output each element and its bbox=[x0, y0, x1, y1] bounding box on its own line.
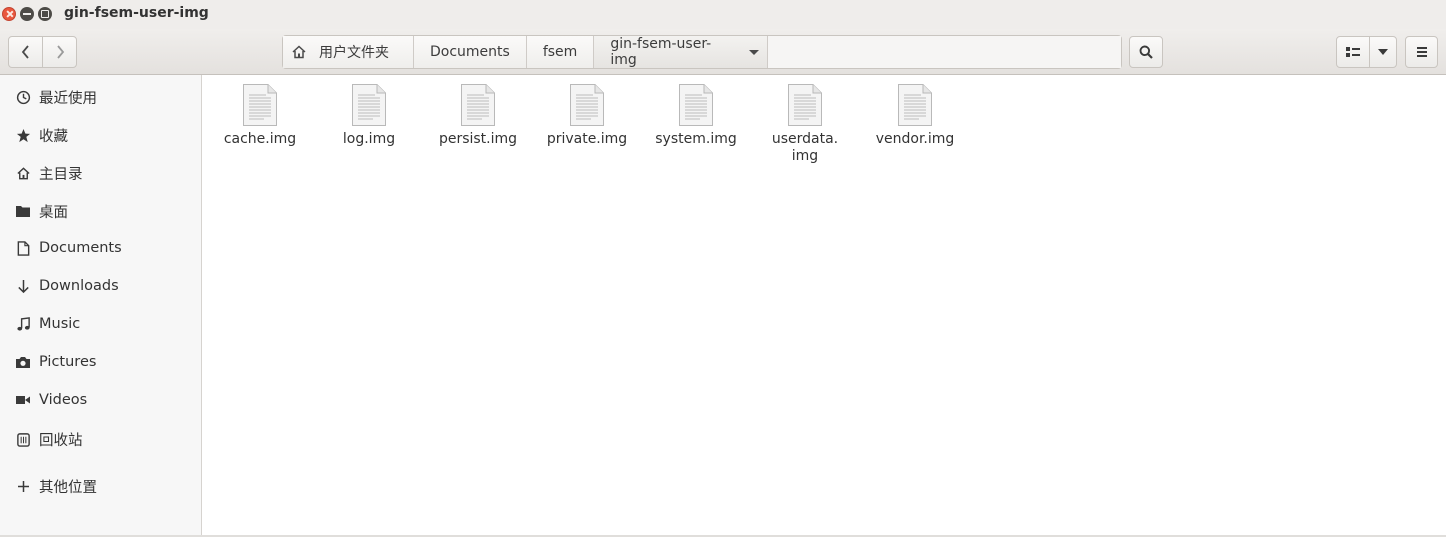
text-file-icon bbox=[461, 84, 495, 126]
sidebar-item-label: 最近使用 bbox=[39, 90, 97, 107]
text-file-icon bbox=[898, 84, 932, 126]
file-name: private.img bbox=[546, 131, 628, 147]
camera-icon bbox=[15, 354, 31, 370]
file-name: log.img bbox=[342, 131, 396, 147]
file-name: persist.img bbox=[438, 131, 518, 147]
sidebar-item-label: 桌面 bbox=[39, 204, 68, 221]
download-arrow-icon bbox=[15, 278, 31, 294]
plus-icon bbox=[15, 478, 31, 494]
file-view: cache.img log.img persist.img private.im… bbox=[202, 75, 1446, 537]
breadcrumb-label: fsem bbox=[542, 44, 578, 60]
breadcrumb-label: 用户文件夹 bbox=[319, 45, 389, 61]
sidebar-item-other-locations[interactable]: 其他位置 bbox=[0, 471, 201, 501]
search-icon bbox=[1139, 45, 1153, 59]
video-icon bbox=[15, 392, 31, 408]
list-view-icon bbox=[1346, 47, 1360, 57]
file-name: vendor.img bbox=[875, 131, 955, 147]
sidebar-item-pictures[interactable]: Pictures bbox=[0, 347, 201, 377]
file-item[interactable]: system.img bbox=[646, 83, 746, 148]
view-options-dropdown[interactable] bbox=[1369, 36, 1397, 68]
chevron-left-icon bbox=[21, 45, 29, 59]
star-icon bbox=[15, 127, 31, 143]
file-name: cache.img bbox=[223, 131, 297, 147]
sidebar-item-label: Documents bbox=[39, 240, 122, 256]
home-icon bbox=[292, 45, 306, 59]
chevron-right-icon bbox=[56, 45, 64, 59]
breadcrumb-label: gin-fsem-user-img bbox=[610, 36, 712, 68]
sidebar-item-label: Music bbox=[39, 316, 81, 332]
forward-button[interactable] bbox=[42, 36, 77, 68]
file-item[interactable]: private.img bbox=[537, 83, 637, 148]
file-name: userdata. img bbox=[771, 131, 839, 164]
back-button[interactable] bbox=[8, 36, 43, 68]
close-window-button[interactable] bbox=[2, 7, 16, 21]
text-file-icon bbox=[352, 84, 386, 126]
search-button[interactable] bbox=[1129, 36, 1163, 68]
file-item[interactable]: persist.img bbox=[428, 83, 528, 148]
sidebar-item-label: 其他位置 bbox=[39, 479, 97, 496]
music-note-icon bbox=[15, 316, 31, 332]
folder-icon bbox=[15, 203, 31, 219]
trash-icon bbox=[15, 431, 31, 447]
text-file-icon bbox=[788, 84, 822, 126]
home-icon bbox=[15, 165, 31, 181]
sidebar-item-downloads[interactable]: Downloads bbox=[0, 271, 201, 301]
sidebar-item-documents[interactable]: Documents bbox=[0, 233, 201, 263]
file-item[interactable]: cache.img bbox=[210, 83, 310, 148]
sidebar-item-trash[interactable]: 回收站 bbox=[0, 424, 201, 454]
path-bar: 用户文件夹 Documents fsem gin-fsem-user-img bbox=[282, 35, 1122, 69]
sidebar: 最近使用 收藏 主目录 桌面 Documents Downloads Music… bbox=[0, 75, 202, 537]
maximize-window-button[interactable] bbox=[38, 7, 52, 21]
file-item[interactable]: userdata. img bbox=[755, 83, 855, 165]
breadcrumb-documents[interactable]: Documents bbox=[414, 36, 527, 68]
text-file-icon bbox=[679, 84, 713, 126]
file-item[interactable]: vendor.img bbox=[865, 83, 965, 148]
breadcrumb-current-folder[interactable]: gin-fsem-user-img bbox=[594, 36, 769, 68]
breadcrumb-label: Documents bbox=[430, 44, 510, 60]
main-menu-button[interactable] bbox=[1405, 36, 1438, 68]
view-mode-button[interactable] bbox=[1336, 36, 1370, 68]
sidebar-item-starred[interactable]: 收藏 bbox=[0, 120, 201, 150]
window-title: gin-fsem-user-img bbox=[64, 5, 209, 21]
minimize-window-button[interactable] bbox=[20, 7, 34, 21]
sidebar-item-label: Videos bbox=[39, 392, 88, 408]
chevron-down-icon bbox=[1378, 49, 1388, 55]
hamburger-menu-icon bbox=[1416, 47, 1427, 57]
sidebar-item-label: 回收站 bbox=[39, 432, 83, 449]
sidebar-item-label: 收藏 bbox=[39, 128, 68, 145]
path-bar-empty-area bbox=[768, 36, 1121, 68]
breadcrumb-fsem[interactable]: fsem bbox=[526, 36, 595, 68]
title-bar: gin-fsem-user-img bbox=[0, 0, 1446, 29]
sidebar-item-music[interactable]: Music bbox=[0, 309, 201, 339]
text-file-icon bbox=[570, 84, 604, 126]
file-name: system.img bbox=[655, 131, 737, 147]
sidebar-item-videos[interactable]: Videos bbox=[0, 385, 201, 415]
sidebar-item-label: Pictures bbox=[39, 354, 97, 370]
sidebar-item-label: Downloads bbox=[39, 278, 119, 294]
sidebar-item-home[interactable]: 主目录 bbox=[0, 158, 201, 188]
document-icon bbox=[15, 240, 31, 256]
file-item[interactable]: log.img bbox=[319, 83, 419, 148]
clock-icon bbox=[15, 89, 31, 105]
header-bar: 用户文件夹 Documents fsem gin-fsem-user-img bbox=[0, 29, 1446, 75]
chevron-down-icon bbox=[749, 49, 760, 55]
sidebar-item-label: 主目录 bbox=[39, 166, 83, 183]
sidebar-item-recent[interactable]: 最近使用 bbox=[0, 82, 201, 112]
sidebar-item-desktop[interactable]: 桌面 bbox=[0, 196, 201, 226]
breadcrumb-home[interactable]: 用户文件夹 bbox=[283, 36, 414, 68]
text-file-icon bbox=[243, 84, 277, 126]
